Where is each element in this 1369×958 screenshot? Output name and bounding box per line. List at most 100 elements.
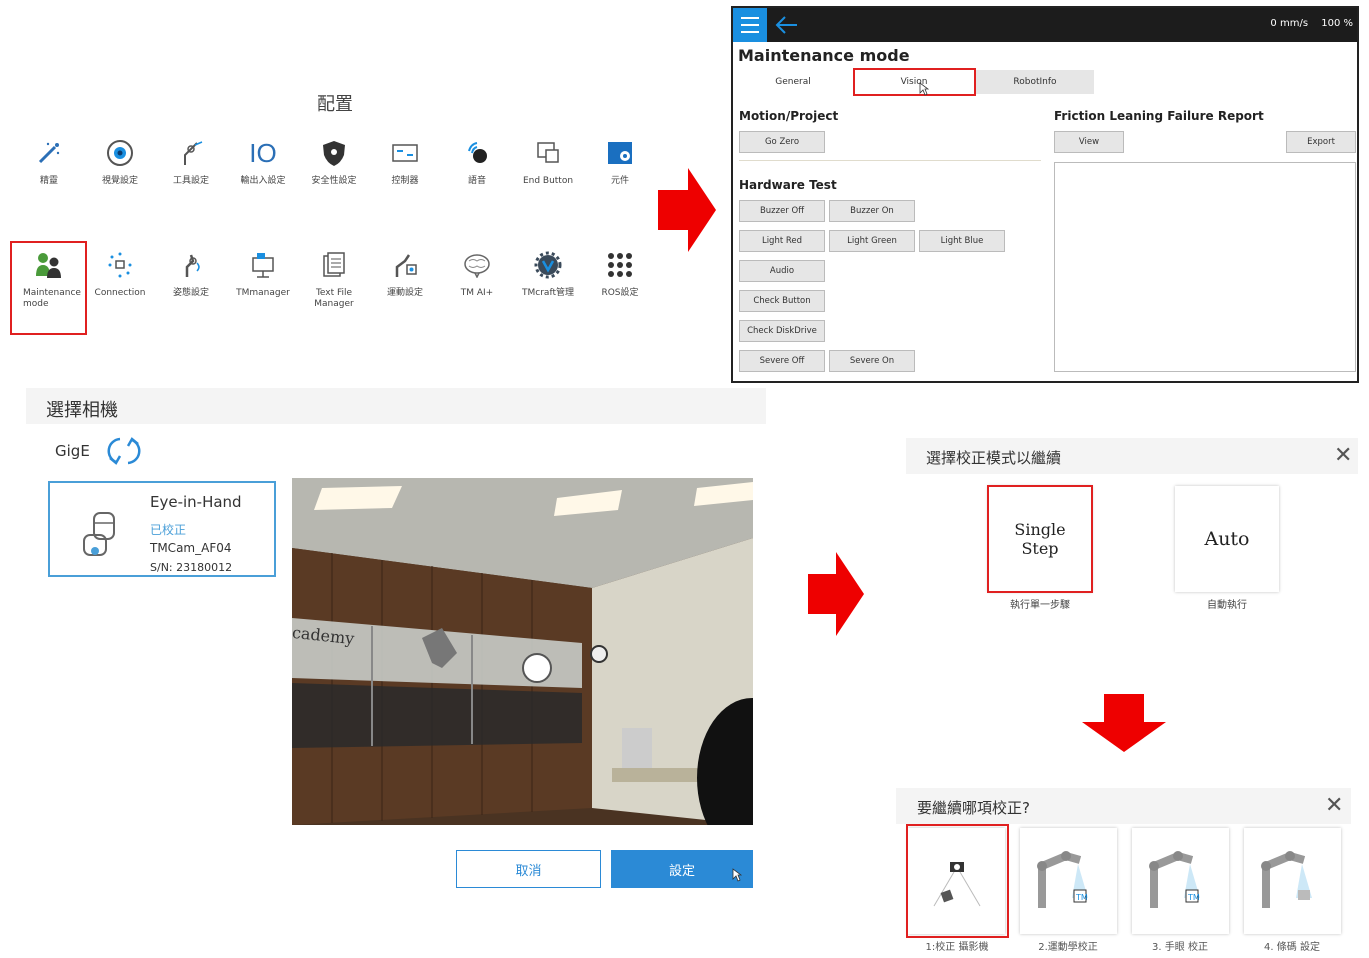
tab-robotinfo[interactable]: RobotInfo xyxy=(976,70,1094,94)
settings-item-ros[interactable]: ROS設定 xyxy=(584,250,656,340)
severe-on-button[interactable]: Severe On xyxy=(829,350,915,372)
camera-card[interactable]: Eye-in-Hand 已校正 TMCam_AF04 S/N: 23180012 xyxy=(48,481,276,577)
speed-readout: 0 mm/s xyxy=(1270,18,1309,29)
settings-item-voice[interactable]: 語音 xyxy=(441,138,513,228)
component-icon xyxy=(605,138,635,168)
end-button-icon xyxy=(533,138,563,168)
settings-item-text-file-manager[interactable]: Text File Manager xyxy=(298,250,370,340)
settings-item-label: Text File Manager xyxy=(314,288,354,309)
barcode-setup-tile[interactable] xyxy=(1244,828,1341,934)
svg-text:TM: TM xyxy=(1187,893,1200,902)
settings-item-tmcraft[interactable]: TMcraft管理 xyxy=(512,250,584,340)
camera-model: TMCam_AF04 xyxy=(150,541,232,555)
buzzer-on-button[interactable]: Buzzer On xyxy=(829,200,915,222)
motion-settings-icon xyxy=(390,250,420,280)
settings-item-label: Connection xyxy=(94,288,146,298)
arrow-down xyxy=(1082,694,1166,752)
robot-arm-icon xyxy=(1261,851,1312,908)
settings-item-motion[interactable]: 運動設定 xyxy=(369,250,441,340)
settings-item-label: 姿態設定 xyxy=(172,288,209,298)
light-red-button[interactable]: Light Red xyxy=(739,230,825,252)
calibration-mode-dialog: 選擇校正模式以繼續 ✕ Single Step 執行單一步驟 Auto 自動執行 xyxy=(906,438,1358,628)
severe-off-button[interactable]: Severe Off xyxy=(739,350,825,372)
settings-panel: 配置 精靈 視覺設定 工具設定 IO 輸出入設定 安全性設定 控制器 語音 En… xyxy=(0,80,650,350)
controller-icon xyxy=(390,138,420,168)
report-area xyxy=(1054,162,1356,372)
robot-arm-icon: TM xyxy=(1037,851,1088,908)
close-icon[interactable]: ✕ xyxy=(1325,795,1343,817)
arrow-right-1 xyxy=(658,168,716,252)
hardware-test-title: Hardware Test xyxy=(739,178,837,192)
refresh-icon[interactable] xyxy=(106,434,142,468)
check-diskdrive-button[interactable]: Check DiskDrive xyxy=(739,320,825,342)
calibration-select-dialog: 要繼續哪項校正? ✕ 1:校正 攝影機 TM 2.運動學校正 TM 3. 手眼 … xyxy=(896,788,1351,958)
buzzer-off-button[interactable]: Buzzer Off xyxy=(739,200,825,222)
cancel-button[interactable]: 取消 xyxy=(456,850,601,888)
arrow-right-2 xyxy=(808,552,864,636)
settings-item-connection[interactable]: Connection xyxy=(84,250,156,340)
settings-item-label: TMmanager xyxy=(236,288,290,298)
vision-tab-highlight xyxy=(853,68,976,96)
maintenance-window: 0 mm/s 100 % Maintenance mode General Vi… xyxy=(731,6,1359,383)
light-green-button[interactable]: Light Green xyxy=(829,230,915,252)
settings-item-wizard[interactable]: 精靈 xyxy=(13,138,85,228)
eye-icon xyxy=(105,138,135,168)
kinematic-calibration-tile[interactable]: TM xyxy=(1020,828,1117,934)
camera-preview: cademy xyxy=(292,478,753,825)
settings-item-label: ROS設定 xyxy=(601,288,639,298)
settings-item-tool[interactable]: 工具設定 xyxy=(155,138,227,228)
settings-item-label: End Button xyxy=(522,176,574,186)
settings-item-tm-ai[interactable]: TM AI+ xyxy=(441,250,513,340)
auto-label: Auto xyxy=(1204,528,1250,550)
single-step-highlight xyxy=(987,485,1093,593)
camera-preview-image xyxy=(292,478,753,825)
dialog-header: 選擇相機 xyxy=(26,388,766,424)
settings-item-label: 安全性設定 xyxy=(311,176,357,186)
settings-item-label: 語音 xyxy=(467,176,486,186)
divider xyxy=(739,160,1041,161)
settings-item-end-button[interactable]: End Button xyxy=(512,138,584,228)
view-button[interactable]: View xyxy=(1054,131,1124,153)
page-title: Maintenance mode xyxy=(738,46,910,65)
menu-icon[interactable] xyxy=(733,8,767,42)
hand-eye-calibration-tile[interactable]: TM xyxy=(1132,828,1229,934)
pose-icon xyxy=(176,250,206,280)
go-zero-button[interactable]: Go Zero xyxy=(739,131,825,153)
friction-report-title: Friction Leaning Failure Report xyxy=(1054,109,1264,123)
settings-item-label: 視覺設定 xyxy=(101,176,138,186)
audio-button[interactable]: Audio xyxy=(739,260,825,282)
settings-item-label: 精靈 xyxy=(39,176,58,186)
auto-caption: 自動執行 xyxy=(1207,600,1247,611)
dialog-title: 要繼續哪項校正? xyxy=(917,799,1030,817)
settings-item-pose[interactable]: 姿態設定 xyxy=(155,250,227,340)
camera-status: 已校正 xyxy=(150,523,187,537)
settings-item-io[interactable]: IO 輸出入設定 xyxy=(227,138,299,228)
settings-item-tmmanager[interactable]: TMmanager xyxy=(227,250,299,340)
dialog-title: 選擇校正模式以繼續 xyxy=(926,449,1062,467)
speed-percent: 100 % xyxy=(1321,18,1353,29)
close-icon[interactable]: ✕ xyxy=(1334,445,1352,467)
settings-item-vision[interactable]: 視覺設定 xyxy=(84,138,156,228)
check-button-button[interactable]: Check Button xyxy=(739,290,825,312)
maintenance-mode-highlight xyxy=(10,241,87,335)
tab-general[interactable]: General xyxy=(743,70,843,94)
back-arrow-icon[interactable] xyxy=(775,16,799,34)
craft-icon xyxy=(533,250,563,280)
tmmanager-icon xyxy=(248,250,278,280)
export-button[interactable]: Export xyxy=(1286,131,1356,153)
settings-item-label: 控制器 xyxy=(391,176,419,186)
auto-tile[interactable]: Auto xyxy=(1175,486,1279,592)
connection-icon xyxy=(105,250,135,280)
light-blue-button[interactable]: Light Blue xyxy=(919,230,1005,252)
io-icon: IO xyxy=(249,137,277,168)
cursor-icon xyxy=(732,868,742,882)
magic-wand-icon xyxy=(34,138,64,168)
settings-title: 配置 xyxy=(317,94,353,115)
camera-select-window: 選擇相機 GigE Eye-in-Hand 已校正 TMCam_AF04 S/N… xyxy=(8,388,766,903)
settings-item-component[interactable]: 元件 xyxy=(584,138,656,228)
settings-item-label: 元件 xyxy=(610,176,629,186)
settings-item-controller[interactable]: 控制器 xyxy=(369,138,441,228)
dialog-title: 選擇相機 xyxy=(46,400,118,421)
status-readout: 0 mm/s 100 % xyxy=(1270,18,1353,29)
settings-item-safety[interactable]: 安全性設定 xyxy=(298,138,370,228)
